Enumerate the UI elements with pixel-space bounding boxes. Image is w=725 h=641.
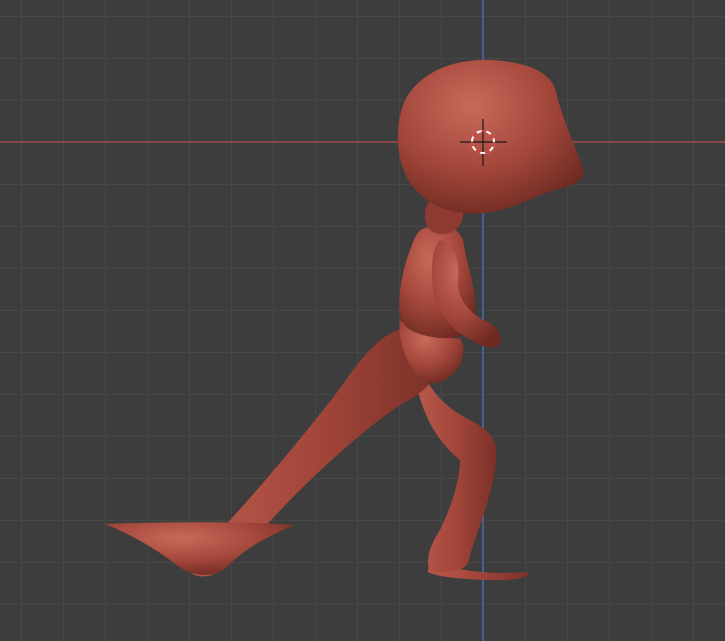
mesh-head — [398, 59, 584, 214]
viewport-canvas — [0, 0, 725, 641]
sculpt-mesh[interactable] — [105, 59, 584, 580]
mesh-left-foot — [105, 522, 295, 575]
3d-viewport[interactable] — [0, 0, 725, 641]
